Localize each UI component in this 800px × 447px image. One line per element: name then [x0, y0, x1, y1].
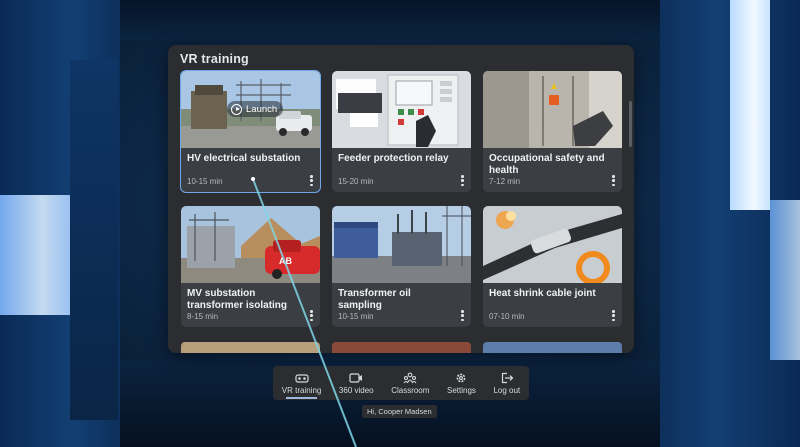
training-card-partial[interactable] [483, 342, 622, 353]
training-card-occupational-safety[interactable]: Occupational safety and health 7-12 min [483, 71, 622, 192]
training-card-partial[interactable] [181, 342, 320, 353]
scrollbar[interactable] [629, 101, 632, 147]
card-title: HV electrical substation [187, 153, 301, 164]
card-duration: 8-15 min [187, 312, 219, 321]
nav-settings[interactable]: Settings [445, 372, 478, 395]
more-options-icon[interactable] [461, 175, 464, 186]
card-thumbnail: AB [181, 206, 320, 283]
nav-classroom[interactable]: Classroom [389, 372, 431, 395]
nav-label: 360 video [338, 385, 374, 395]
card-duration: 10-15 min [338, 312, 374, 321]
more-options-icon[interactable] [310, 310, 313, 321]
vr-light-panel-left [0, 195, 70, 315]
more-options-icon[interactable] [461, 310, 464, 321]
more-options-icon[interactable] [612, 175, 615, 186]
card-duration: 7-12 min [489, 177, 521, 186]
card-thumbnail [483, 206, 622, 283]
training-card-feeder-relay[interactable]: Feeder protection relay 15-20 min [332, 71, 471, 192]
nav-label: Settings [446, 385, 476, 395]
logout-icon [501, 372, 514, 383]
nav-360-video[interactable]: 360 video [337, 372, 376, 395]
launch-label: Launch [246, 103, 278, 115]
nav-label: Classroom [391, 385, 430, 395]
card-title: MV substation transformer isolating [187, 288, 288, 311]
nav-log-out[interactable]: Log out [491, 372, 522, 395]
nav-label: Log out [493, 385, 521, 395]
panel-title: VR training [180, 52, 249, 66]
card-title: Heat shrink cable joint [489, 288, 596, 299]
card-thumbnail [332, 71, 471, 148]
training-card-mv-substation[interactable]: AB MV substation transformer isolating 8… [181, 206, 320, 327]
vr-headset-icon [294, 373, 309, 383]
training-card-hv-substation[interactable]: Launch HV electrical substation 10-15 mi… [180, 70, 321, 193]
card-title: Feeder protection relay [338, 153, 449, 164]
user-greeting: Hi, Cooper Madsen [362, 405, 437, 418]
card-title: Transformer oil sampling [338, 288, 411, 311]
launch-button[interactable]: Launch [227, 101, 284, 117]
card-duration: 07-10 min [489, 312, 525, 321]
video-360-icon [349, 372, 363, 383]
more-options-icon[interactable] [612, 310, 615, 321]
nav-vr-training[interactable]: VR training [280, 372, 324, 399]
card-duration: 15-20 min [338, 177, 374, 186]
card-duration: 10-15 min [187, 177, 223, 186]
card-title: Occupational safety and health [489, 153, 605, 176]
vr-light-panel-right-lower [770, 200, 800, 360]
training-card-heat-shrink[interactable]: Heat shrink cable joint 07-10 min [483, 206, 622, 327]
classroom-icon [403, 372, 417, 383]
vr-ceiling [120, 0, 660, 40]
more-options-icon[interactable] [310, 175, 313, 186]
svg-text:AB: AB [279, 256, 292, 266]
gear-icon [457, 373, 466, 382]
nav-label: VR training [281, 385, 322, 395]
bottom-nav: VR training 360 video Classroom Settings… [273, 366, 529, 400]
vr-light-panel-right [730, 0, 770, 210]
training-card-partial[interactable] [332, 342, 471, 353]
vr-training-panel: VR training Launch HV electrical substat… [168, 45, 634, 353]
card-thumbnail [332, 206, 471, 283]
play-icon [231, 103, 242, 115]
card-thumbnail [483, 71, 622, 148]
training-card-transformer-oil[interactable]: Transformer oil sampling 10-15 min [332, 206, 471, 327]
vr-wall-left-pillar [70, 60, 118, 420]
